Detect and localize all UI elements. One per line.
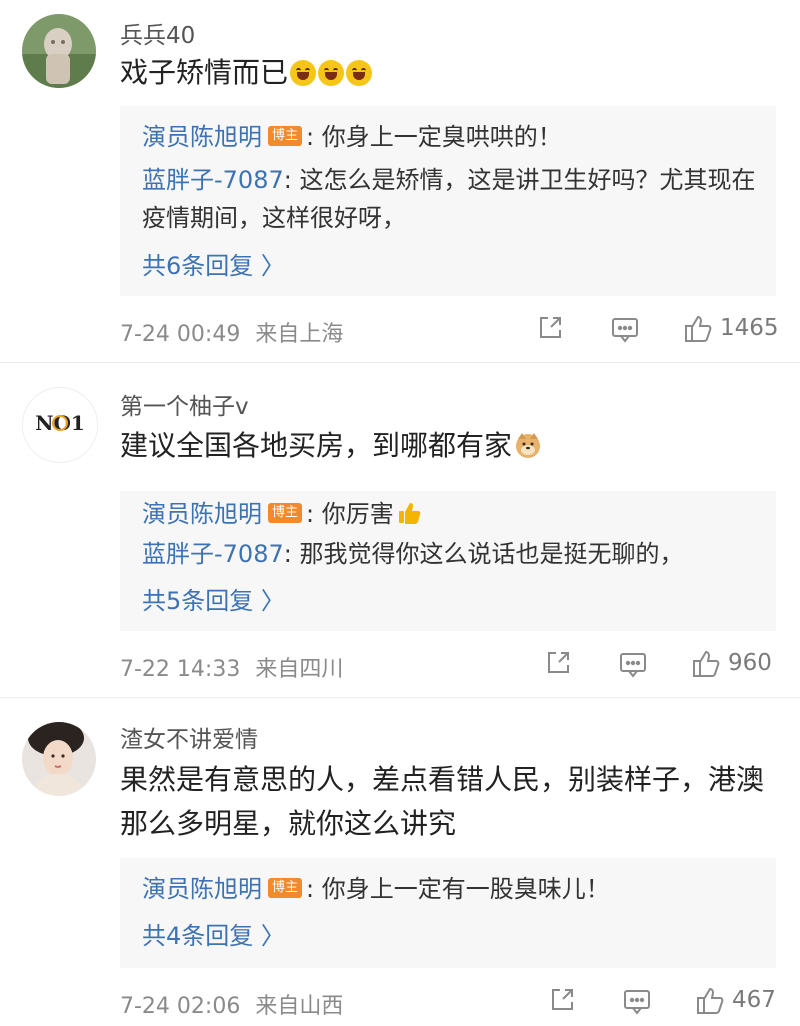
reply-item: 演员陈旭明 博主: 你身上一定有一股臭味儿！: [142, 870, 762, 908]
comment-time: 7-24 00:49: [120, 322, 241, 347]
reply-item: 蓝胖子-7087: 这怎么是矫情，这是讲卫生好吗？尤其现在疫情期间，这样很好呀，: [142, 161, 762, 237]
more-replies-link[interactable]: 共5条回复 〉: [142, 581, 285, 616]
laughing-face-icon: [346, 60, 373, 86]
like-button[interactable]: 960: [690, 647, 772, 679]
reply-text: 你身上一定臭哄哄的！: [321, 123, 562, 151]
share-icon: [548, 652, 569, 673]
more-replies-link[interactable]: 共4条回复 〉: [142, 916, 285, 951]
avatar[interactable]: [22, 722, 96, 796]
comment-time: 7-22 14:33: [120, 657, 241, 682]
reply-text-prefix: :: [306, 500, 322, 528]
comment-button[interactable]: [610, 316, 640, 344]
thumbs-up-icon: [697, 987, 724, 1014]
reply-box[interactable]: 演员陈旭明 博主: 你身上一定臭哄哄的！ 蓝胖子-7087: 这怎么是矫情，这是讲…: [120, 106, 776, 296]
reply-text: 你身上一定有一股臭味儿！: [321, 875, 610, 903]
author-badge: 博主: [268, 503, 303, 523]
avatar-text: NO1: [35, 411, 85, 435]
reply-text-prefix: :: [283, 166, 300, 194]
reply-text: 那我觉得你这么说话也是挺无聊的，: [299, 540, 684, 568]
reply-author[interactable]: 演员陈旭明: [142, 123, 262, 151]
username[interactable]: 第一个柚子v: [120, 387, 249, 421]
username[interactable]: 兵兵40: [120, 16, 195, 50]
share-button[interactable]: [536, 314, 564, 342]
comment-item: 渣女不讲爱情 果然是有意思的人，差点看错人民，别装样子，港澳那么多明星，就你这么…: [0, 698, 800, 1026]
reply-text-prefix: :: [283, 540, 300, 568]
laughing-face-icon: [318, 60, 345, 86]
like-button[interactable]: 1465: [682, 312, 779, 344]
comment-text-content: 戏子矫情而已: [120, 56, 289, 89]
comment-button[interactable]: [618, 651, 648, 679]
comment-text-content: 建议全国各地买房，到哪都有家: [120, 429, 513, 462]
comment-location: 来自山西: [255, 994, 344, 1019]
comment-time: 7-24 02:06: [120, 994, 241, 1019]
laughing-face-icon: [290, 60, 317, 86]
avatar[interactable]: NO1: [22, 387, 98, 463]
reply-text-prefix: :: [306, 875, 322, 903]
comment-item: NO1 第一个柚子v 建议全国各地买房，到哪都有家 演员陈旭明 博主: 你厉害 蓝…: [0, 363, 800, 697]
reply-author[interactable]: 演员陈旭明: [142, 500, 262, 528]
like-button[interactable]: 467: [694, 984, 776, 1016]
like-count: 960: [728, 650, 772, 676]
avatar[interactable]: [22, 14, 96, 88]
reply-text: 你厉害: [321, 500, 394, 528]
author-badge: 博主: [268, 126, 303, 146]
comment-location: 来自四川: [255, 657, 344, 682]
comment-icon: [624, 990, 650, 1015]
comment-icon: [612, 318, 638, 343]
more-replies-link[interactable]: 共6条回复 〉: [142, 246, 285, 281]
share-icon: [552, 989, 573, 1010]
comment-text: 果然是有意思的人，差点看错人民，别装样子，港澳那么多明星，就你这么讲究: [120, 763, 765, 840]
share-icon: [540, 317, 561, 338]
reply-author[interactable]: 蓝胖子-7087: [142, 166, 284, 194]
thumbs-up-icon: [693, 650, 720, 677]
doge-icon: [516, 433, 541, 458]
like-count: 467: [732, 987, 776, 1013]
reply-item: 演员陈旭明 博主: 你身上一定臭哄哄的！: [142, 118, 762, 156]
comment-location: 来自上海: [255, 322, 344, 347]
comment-item: 兵兵40 戏子矫情而已 演员陈旭明 博主: 你身上一定臭哄哄的！ 蓝胖子-7087…: [0, 0, 800, 362]
reply-item: 演员陈旭明 博主: 你厉害: [142, 495, 762, 533]
reply-author[interactable]: 蓝胖子-7087: [142, 540, 284, 568]
reply-item: 蓝胖子-7087: 那我觉得你这么说话也是挺无聊的，: [142, 535, 762, 573]
reply-text-prefix: :: [306, 123, 322, 151]
author-badge: 博主: [268, 878, 303, 898]
username[interactable]: 渣女不讲爱情: [120, 720, 258, 754]
thumbs-up-icon: [398, 503, 421, 524]
reply-box[interactable]: 演员陈旭明 博主: 你身上一定有一股臭味儿！ 共4条回复 〉: [120, 858, 776, 968]
comment-icon: [620, 653, 646, 678]
comment-button[interactable]: [622, 988, 652, 1016]
comment-text: 戏子矫情而已: [120, 52, 780, 93]
reply-box[interactable]: 演员陈旭明 博主: 你厉害 蓝胖子-7087: 那我觉得你这么说话也是挺无聊的， …: [120, 491, 776, 631]
thumbs-up-icon: [685, 315, 712, 342]
comment-meta: 7-22 14:33 来自四川: [120, 651, 343, 683]
share-button[interactable]: [544, 649, 572, 677]
comment-meta: 7-24 02:06 来自山西: [120, 988, 343, 1020]
reply-author[interactable]: 演员陈旭明: [142, 875, 262, 903]
share-button[interactable]: [548, 986, 576, 1014]
comment-meta: 7-24 00:49 来自上海: [120, 316, 343, 348]
like-count: 1465: [720, 315, 779, 341]
comment-text: 建议全国各地买房，到哪都有家: [120, 425, 780, 466]
